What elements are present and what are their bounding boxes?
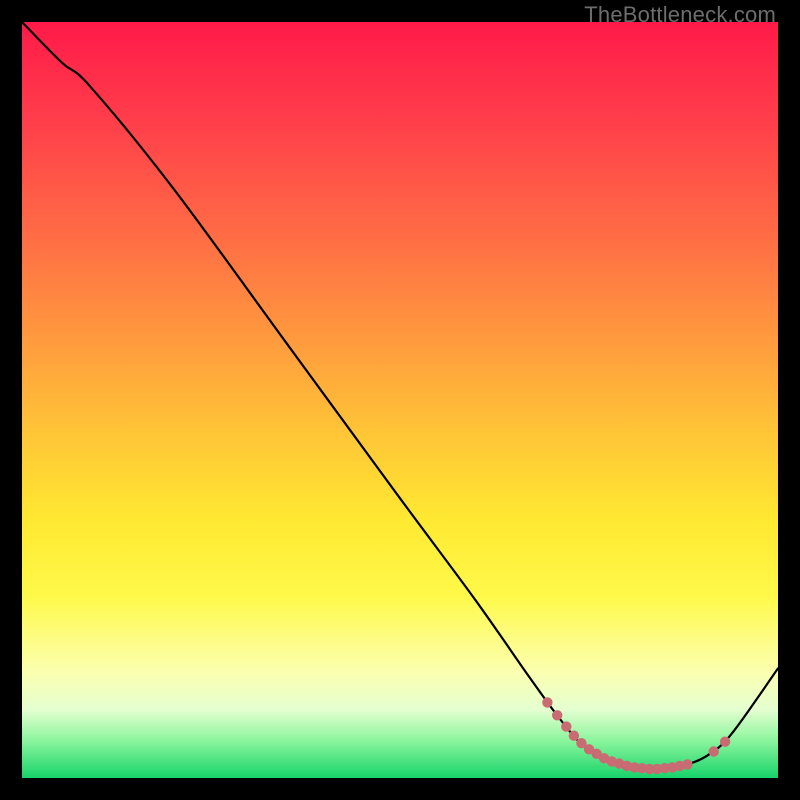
curve-marker (542, 697, 552, 707)
curve-markers (542, 697, 730, 774)
curve-marker (720, 737, 730, 747)
curve-marker (709, 746, 719, 756)
curve-marker (682, 759, 692, 769)
curve-marker (552, 710, 562, 720)
bottleneck-curve (22, 22, 778, 769)
curve-svg (22, 22, 778, 778)
curve-marker (561, 721, 571, 731)
chart-frame: TheBottleneck.com (0, 0, 800, 800)
plot-area (22, 22, 778, 778)
curve-marker (569, 731, 579, 741)
